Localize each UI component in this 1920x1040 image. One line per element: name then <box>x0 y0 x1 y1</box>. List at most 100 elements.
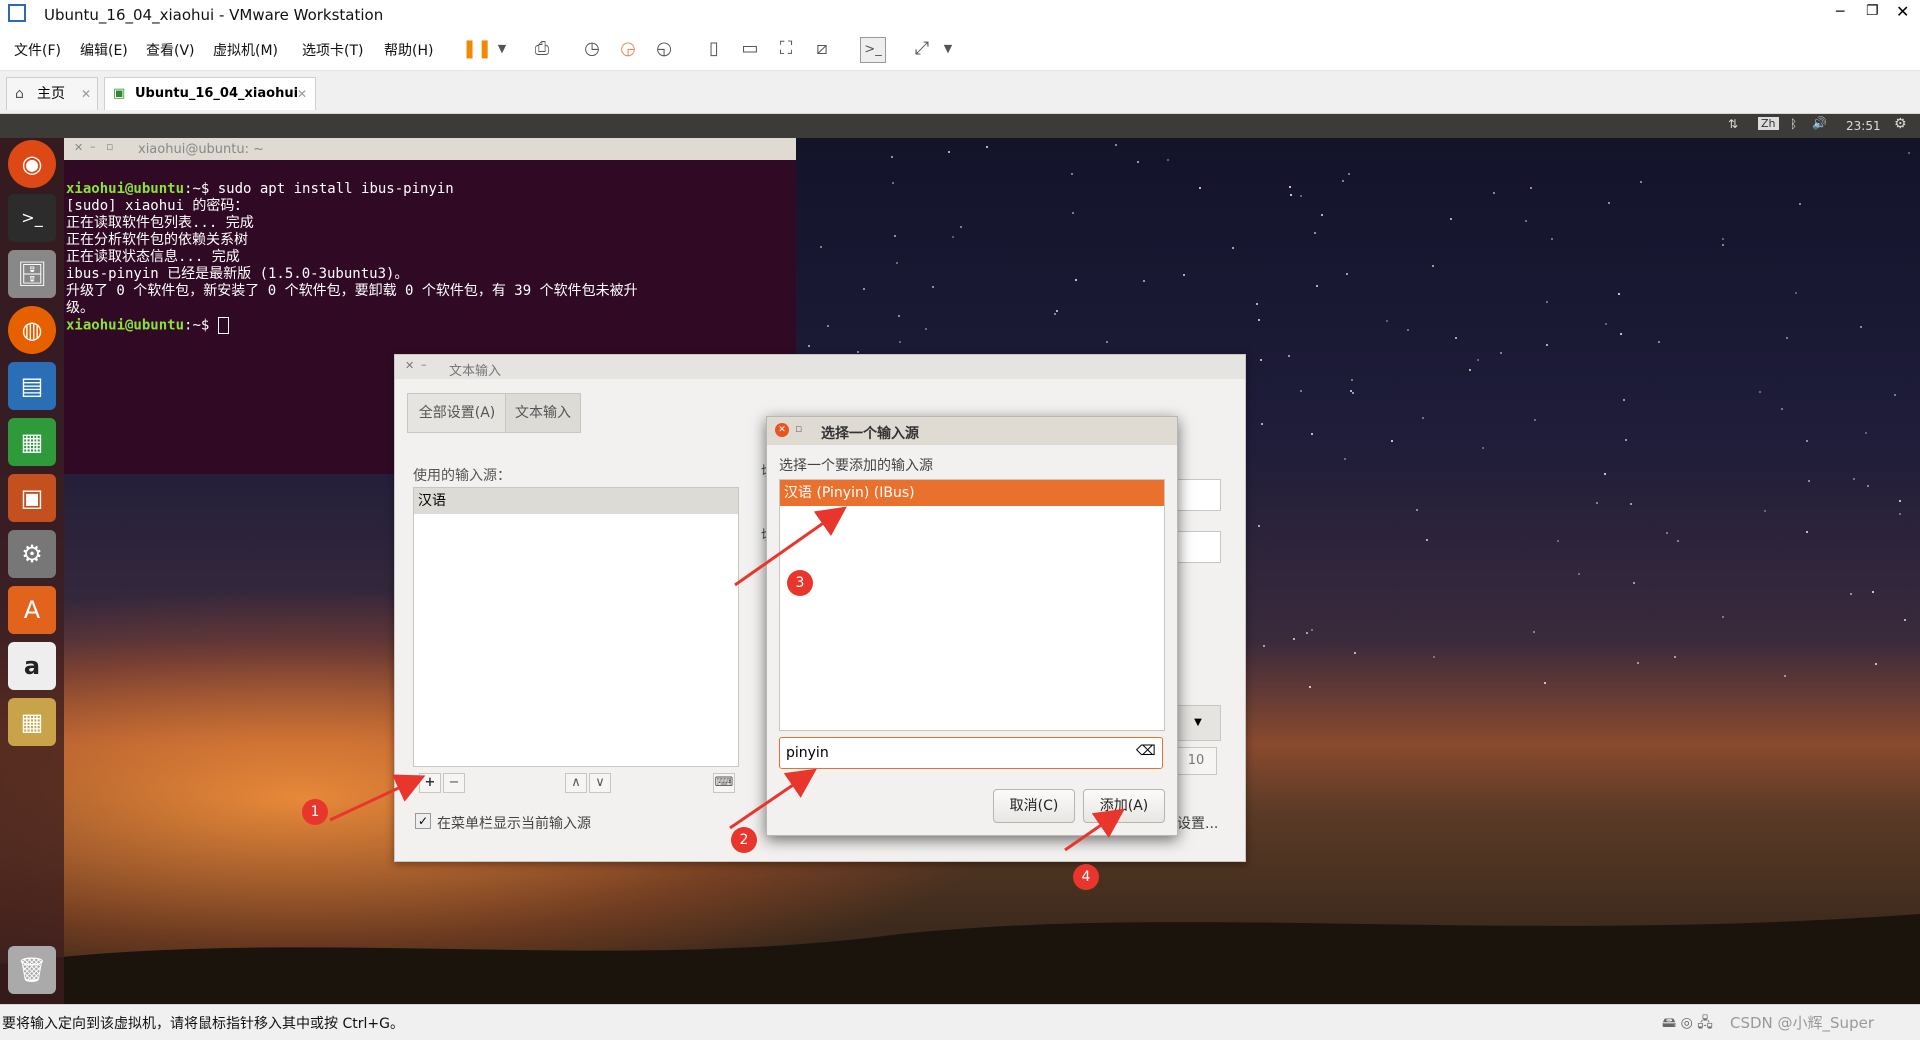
amazon-icon[interactable]: a <box>8 642 56 690</box>
remove-source-button[interactable]: − <box>443 773 465 793</box>
star <box>1263 644 1265 647</box>
star <box>1556 540 1559 543</box>
vm-screen[interactable]: ⇅ Zh ᛒ 🔊 23:51 ⚙ ◉ >_ 🗄 ◍ ▤ ▦ ▣ ⚙ A a ▦ … <box>0 114 1920 1004</box>
volume-icon[interactable]: 🔊 <box>1812 116 1827 130</box>
cancel-button[interactable]: 取消(C) <box>993 789 1075 823</box>
revert-snapshot-icon[interactable]: ◶ <box>616 37 640 61</box>
maximize-icon[interactable]: ▫ <box>106 140 113 153</box>
spin-value[interactable]: 10 <box>1175 747 1217 775</box>
close-icon[interactable]: ✕ <box>775 423 789 437</box>
unity-icon[interactable]: ⧄ <box>810 37 834 61</box>
stretch-icon[interactable]: ⤢ <box>910 37 934 61</box>
menu-tabs[interactable]: 选项卡(T) <box>302 40 363 60</box>
star <box>1853 477 1856 480</box>
firefox-icon[interactable]: ◍ <box>8 306 56 354</box>
close-button[interactable]: ✕ <box>1896 2 1909 21</box>
terminal-icon[interactable]: >_ <box>8 194 56 242</box>
output-line: 正在读取状态信息... 完成 <box>66 249 240 265</box>
trash-icon[interactable]: 🗑 <box>8 946 56 994</box>
move-down-button[interactable]: ∨ <box>589 773 611 793</box>
thumbnail-icon[interactable]: ▭ <box>738 37 762 61</box>
pause-icon[interactable]: ❚❚ <box>462 37 492 61</box>
chevron-down-icon[interactable]: ▼ <box>936 37 960 61</box>
star <box>1533 419 1536 422</box>
tab-bar: ⌂ 主页 ✕ ▣ Ubuntu_16_04_xiaohui ✕ <box>0 71 1920 114</box>
settings-icon[interactable]: ⚙ <box>8 530 56 578</box>
choose-input-source-dialog[interactable]: ✕ ▫ 选择一个输入源 选择一个要添加的输入源 汉语 (Pinyin) (IBu… <box>766 416 1178 836</box>
bluetooth-icon[interactable]: ᛒ <box>1790 117 1797 131</box>
star <box>1449 217 1452 220</box>
fullscreen-icon[interactable]: ⛶ <box>774 37 798 61</box>
add-source-button[interactable]: + <box>419 773 441 793</box>
shortcut-field[interactable] <box>1175 479 1221 511</box>
send-keys-icon[interactable]: ⎙ <box>530 37 554 61</box>
shortcut-field[interactable] <box>1175 531 1221 563</box>
files-icon[interactable]: 🗄 <box>8 250 56 298</box>
star <box>1545 344 1548 347</box>
list-item[interactable]: 汉语 <box>414 488 738 514</box>
dialog-titlebar: ✕ – 文本输入 <box>395 355 1245 379</box>
input-source-results[interactable]: 汉语 (Pinyin) (IBus) <box>779 479 1165 731</box>
close-icon[interactable]: ✕ <box>81 78 91 110</box>
output-line: 级。 <box>66 300 94 316</box>
network-icon[interactable]: ⇅ <box>1728 117 1738 131</box>
close-icon[interactable]: ✕ <box>74 141 83 154</box>
workspace-switcher-icon[interactable]: ▦ <box>8 698 56 746</box>
keyboard-icon[interactable]: ⌨ <box>713 773 735 793</box>
star <box>1353 651 1356 654</box>
prompt: xiaohui@ubuntu <box>66 317 185 334</box>
window-title: Ubuntu_16_04_xiaohui - VMware Workstatio… <box>44 6 384 24</box>
move-up-button[interactable]: ∧ <box>565 773 587 793</box>
menu-help[interactable]: 帮助(H) <box>384 40 433 60</box>
annotation-badge-1: 1 <box>302 799 328 825</box>
close-icon[interactable]: ✕ <box>405 359 414 372</box>
menu-file[interactable]: 文件(F) <box>14 40 61 60</box>
minimize-icon[interactable]: – <box>90 140 96 153</box>
minimize-icon[interactable]: – <box>421 358 427 371</box>
star <box>1665 532 1668 535</box>
tab-vm[interactable]: ▣ Ubuntu_16_04_xiaohui ✕ <box>104 77 316 110</box>
menu-view[interactable]: 查看(V) <box>146 40 195 60</box>
add-button[interactable]: 添加(A) <box>1083 789 1165 823</box>
menu-edit[interactable]: 编辑(E) <box>80 40 128 60</box>
output-line: ibus-pinyin 已经是最新版 (1.5.0-3ubuntu3)。 <box>66 266 409 282</box>
status-text: 要将输入定向到该虚拟机，请将鼠标指针移入其中或按 Ctrl+G。 <box>2 1016 404 1032</box>
search-value: pinyin <box>786 745 829 761</box>
dialog-title: 文本输入 <box>449 364 502 379</box>
chevron-down-icon[interactable]: ▼ <box>490 37 514 61</box>
writer-icon[interactable]: ▤ <box>8 362 56 410</box>
show-in-menu-label: 在菜单栏显示当前输入源 <box>437 816 591 832</box>
star <box>951 236 954 239</box>
snapshot-icon[interactable]: ◷ <box>580 37 604 61</box>
search-input[interactable]: pinyin ⌫ <box>779 737 1163 769</box>
library-icon[interactable]: ▯ <box>702 37 726 61</box>
star <box>1786 336 1789 339</box>
console-icon[interactable]: >_ <box>860 37 886 63</box>
tab-all-settings[interactable]: 全部设置(A) <box>407 393 507 433</box>
star <box>1629 502 1632 505</box>
dropdown-select[interactable]: ▼ <box>1175 705 1221 741</box>
close-icon[interactable]: ✕ <box>297 78 307 110</box>
maximize-button[interactable]: ❐ <box>1866 3 1879 19</box>
device-icons[interactable]: 🖴 ◎ 🖧 <box>1662 1012 1713 1036</box>
impress-icon[interactable]: ▣ <box>8 474 56 522</box>
list-item-selected[interactable]: 汉语 (Pinyin) (IBus) <box>780 480 1164 506</box>
tab-home[interactable]: ⌂ 主页 ✕ <box>6 77 98 110</box>
show-in-menu-checkbox[interactable]: ✓ <box>415 813 431 829</box>
maximize-icon[interactable]: ▫ <box>795 422 802 435</box>
star <box>1805 439 1808 442</box>
snapshot-manager-icon[interactable]: ◵ <box>652 37 676 61</box>
input-method-indicator[interactable]: Zh <box>1758 117 1779 130</box>
minimize-button[interactable]: ─ <box>1836 4 1844 20</box>
gear-icon[interactable]: ⚙ <box>1894 116 1907 132</box>
input-source-list[interactable]: 汉语 <box>413 487 739 767</box>
dash-icon[interactable]: ◉ <box>8 140 56 188</box>
tab-text-input[interactable]: 文本输入 <box>505 393 581 433</box>
clear-icon[interactable]: ⌫ <box>1136 743 1156 759</box>
clock[interactable]: 23:51 <box>1846 119 1881 133</box>
software-center-icon[interactable]: A <box>8 586 56 634</box>
calc-icon[interactable]: ▦ <box>8 418 56 466</box>
star <box>1595 501 1598 504</box>
menu-vm[interactable]: 虚拟机(M) <box>213 40 278 60</box>
settings-link[interactable]: 设置... <box>1177 813 1218 833</box>
